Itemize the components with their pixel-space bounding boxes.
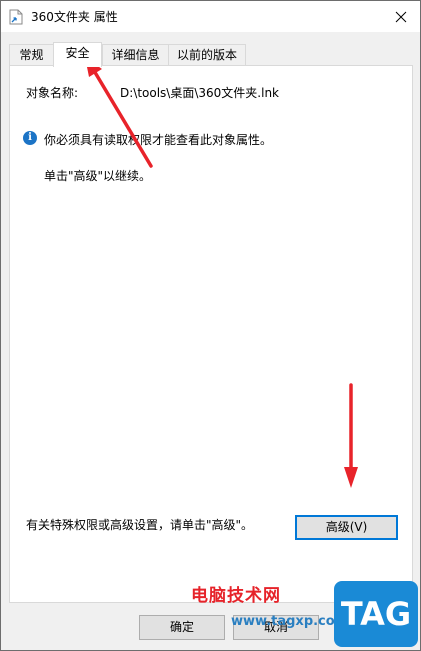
object-name-label: 对象名称: (26, 86, 79, 100)
continue-hint: 单击"高级"以继续。 (44, 169, 152, 183)
tab-security[interactable]: 安全 (53, 42, 102, 67)
tab-strip: 常规 安全 详细信息 以前的版本 (9, 42, 412, 67)
permission-message: 你必须具有读取权限才能查看此对象属性。 (44, 133, 273, 147)
watermark-site-name: 电脑技术网 (191, 586, 281, 606)
close-button[interactable] (382, 1, 420, 32)
watermark-url: www.tagxp.com (231, 614, 349, 629)
title-bar: 360文件夹 属性 (1, 1, 420, 32)
tab-general[interactable]: 常规 (9, 44, 54, 66)
tab-details[interactable]: 详细信息 (102, 44, 169, 66)
properties-dialog: 360文件夹 属性 常规 安全 详细信息 以前的版本 对象名称: D:\tool… (0, 0, 421, 651)
shortcut-file-icon (9, 9, 23, 25)
tab-previous-versions[interactable]: 以前的版本 (168, 44, 246, 66)
tag-logo: TAG (334, 581, 418, 647)
advanced-button[interactable]: 高级(V) (295, 515, 398, 540)
security-tab-panel: 对象名称: D:\tools\桌面\360文件夹.lnk i 你必须具有读取权限… (9, 65, 413, 603)
site-watermark: 电脑技术网 www.tagxp.com TAG (191, 581, 421, 651)
advanced-settings-hint: 有关特殊权限或高级设置，请单击"高级"。 (26, 518, 254, 532)
info-icon: i (23, 131, 37, 145)
close-icon (395, 11, 407, 22)
window-title: 360文件夹 属性 (31, 10, 118, 24)
object-name-value: D:\tools\桌面\360文件夹.lnk (120, 86, 279, 100)
